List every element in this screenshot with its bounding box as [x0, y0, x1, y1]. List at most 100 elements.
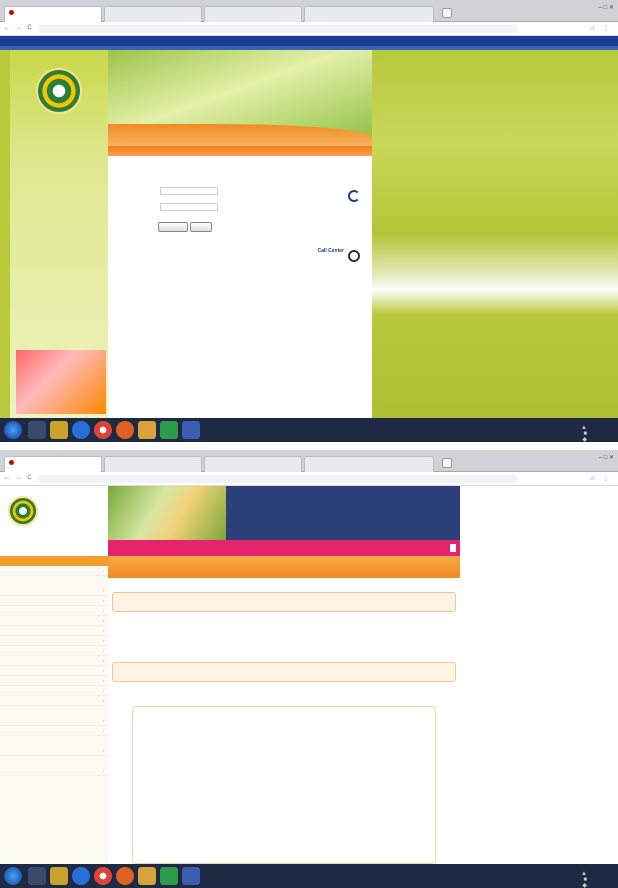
- header-banner-image: [108, 486, 226, 540]
- firefox-icon[interactable]: [116, 867, 134, 885]
- word-app-icon[interactable]: [182, 867, 200, 885]
- address-bar: ← → C ☆ ⋮: [0, 472, 618, 486]
- nav-section: [0, 706, 108, 716]
- org-logo-icon: [8, 496, 38, 526]
- nav-item[interactable]: [0, 606, 108, 616]
- chrome-icon[interactable]: [94, 421, 112, 439]
- nav-item[interactable]: [0, 586, 108, 596]
- reset-button[interactable]: [190, 222, 212, 232]
- browser-tab[interactable]: [104, 456, 202, 472]
- nav-item[interactable]: [0, 676, 108, 686]
- phone-icon: [348, 190, 360, 202]
- browser-tab[interactable]: [204, 6, 302, 22]
- screenshot-login-page: – □ ✕ ← → C ☆ ⋮ Call Center ▲ ■ ◆: [0, 0, 618, 442]
- browser-tab-bar: – □ ✕: [0, 0, 618, 22]
- left-navigation: [0, 556, 108, 864]
- ie-browser-icon[interactable]: [72, 421, 90, 439]
- main-content: [108, 578, 460, 864]
- announcement-marquee: [108, 540, 460, 556]
- nav-item[interactable]: [0, 716, 108, 726]
- window-controls-icon[interactable]: – □ ✕: [599, 454, 614, 461]
- address-bar: ← → C ☆ ⋮: [0, 22, 618, 36]
- right-blank-area: [460, 486, 618, 864]
- nav-item[interactable]: [0, 596, 108, 606]
- nav-section: [0, 576, 108, 586]
- browser-tab-bar: – □ ✕: [0, 450, 618, 472]
- site-logo-block: [0, 486, 108, 540]
- site-favicon-icon: [9, 10, 14, 16]
- nav-item[interactable]: [0, 726, 108, 736]
- nav-item[interactable]: [0, 686, 108, 696]
- word-app-icon[interactable]: [182, 421, 200, 439]
- toolbar-icon[interactable]: ☆ ⋮: [590, 475, 612, 482]
- file-explorer-icon[interactable]: [50, 421, 68, 439]
- toolbar-icon[interactable]: ☆ ⋮: [590, 25, 612, 32]
- line-app-icon[interactable]: [160, 421, 178, 439]
- left-sidebar: [10, 50, 108, 418]
- right-decoration: [372, 50, 618, 418]
- username-input[interactable]: [160, 187, 218, 195]
- url-field[interactable]: [38, 25, 518, 33]
- nav-item[interactable]: [0, 566, 108, 576]
- section-heading: [112, 592, 456, 612]
- browser-tab[interactable]: [4, 456, 102, 472]
- nav-item[interactable]: [0, 626, 108, 636]
- ie-browser-icon[interactable]: [72, 867, 90, 885]
- browser-tab[interactable]: [4, 6, 102, 22]
- nav-item[interactable]: [0, 696, 108, 706]
- folder-icon[interactable]: [138, 867, 156, 885]
- top-stripe: [0, 36, 618, 46]
- call-center-title: Call Center: [317, 248, 344, 254]
- tray-icon: ▲ ■ ◆: [581, 871, 590, 888]
- nav-item[interactable]: [0, 646, 108, 656]
- marquee-tag[interactable]: [450, 544, 456, 552]
- nav-item[interactable]: [0, 746, 108, 756]
- call-center: Call Center: [268, 248, 344, 255]
- org-logo-icon: [36, 68, 82, 114]
- website-page: [0, 486, 618, 864]
- nav-section: [0, 756, 108, 766]
- new-tab-icon[interactable]: [442, 458, 452, 468]
- url-field[interactable]: [38, 475, 518, 483]
- nav-item[interactable]: [0, 636, 108, 646]
- browser-tab[interactable]: [304, 456, 434, 472]
- chrome-icon[interactable]: [94, 867, 112, 885]
- login-panel: Call Center: [108, 156, 372, 418]
- call-center-icon: [348, 250, 360, 262]
- windows-taskbar: ▲ ■ ◆: [0, 418, 618, 442]
- line-app-icon[interactable]: [160, 867, 178, 885]
- site-favicon-icon: [9, 460, 14, 466]
- user-info-box: [226, 486, 460, 540]
- nav-item[interactable]: [0, 666, 108, 676]
- nav-item[interactable]: [0, 616, 108, 626]
- nav-section: [0, 736, 108, 746]
- start-button-icon[interactable]: [4, 867, 22, 885]
- new-tab-icon[interactable]: [442, 8, 452, 18]
- windows-taskbar: ▲ ■ ◆: [0, 864, 618, 888]
- firefox-icon[interactable]: [116, 421, 134, 439]
- start-button-icon[interactable]: [4, 421, 22, 439]
- password-input[interactable]: [160, 203, 218, 211]
- orange-band: [108, 556, 460, 578]
- site-header: [108, 50, 372, 146]
- task-view-icon[interactable]: [28, 421, 46, 439]
- browser-nav-icon[interactable]: ← → C: [4, 25, 34, 31]
- window-controls-icon[interactable]: – □ ✕: [599, 4, 614, 11]
- org-info-card: [132, 706, 436, 864]
- nav-item[interactable]: [0, 656, 108, 666]
- browser-tab[interactable]: [104, 6, 202, 22]
- nav-header: [0, 556, 108, 566]
- login-button[interactable]: [158, 222, 188, 232]
- sidebar-banner[interactable]: [16, 350, 106, 414]
- section-heading: [112, 662, 456, 682]
- tray-icon: ▲ ■ ◆: [581, 425, 590, 442]
- file-explorer-icon[interactable]: [50, 867, 68, 885]
- website-page: Call Center: [0, 36, 618, 418]
- browser-tab[interactable]: [204, 456, 302, 472]
- browser-tab[interactable]: [304, 6, 434, 22]
- nav-item[interactable]: [0, 766, 108, 776]
- header-swoosh: [108, 124, 372, 146]
- folder-icon[interactable]: [138, 421, 156, 439]
- browser-nav-icon[interactable]: ← → C: [4, 475, 34, 481]
- task-view-icon[interactable]: [28, 867, 46, 885]
